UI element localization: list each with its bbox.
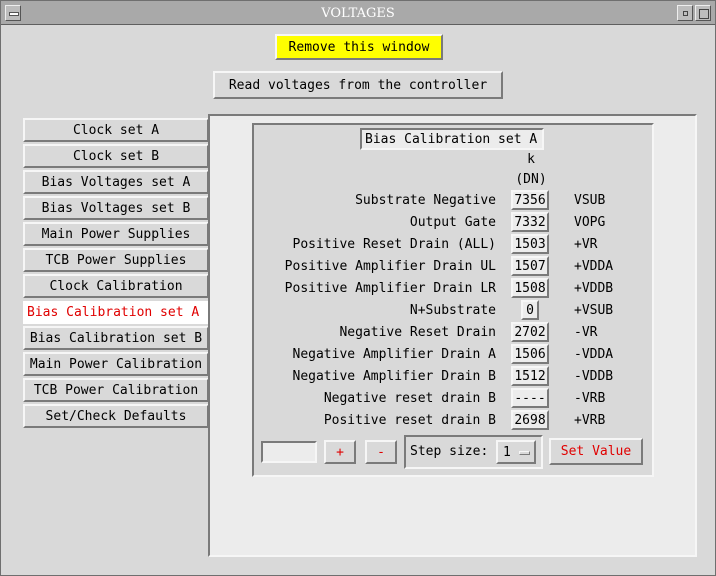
row-label: Positive Amplifier Drain UL bbox=[284, 259, 496, 274]
row-value-button[interactable]: 7332 bbox=[511, 212, 549, 232]
row-label: Negative Amplifier Drain A bbox=[292, 347, 497, 362]
row-value-button[interactable]: 2698 bbox=[511, 410, 549, 430]
decrement-button[interactable]: - bbox=[365, 440, 397, 464]
value-entry[interactable] bbox=[261, 441, 317, 463]
window-title: VOLTAGES bbox=[321, 6, 395, 21]
tab-clock-set-a[interactable]: Clock set A bbox=[23, 118, 209, 142]
row-label: N+Substrate bbox=[409, 303, 496, 318]
row-value-button[interactable]: 1512 bbox=[511, 366, 549, 386]
increment-button[interactable]: + bbox=[324, 440, 356, 464]
tab-main-power-calibration[interactable]: Main Power Calibration bbox=[23, 352, 209, 376]
row-signal-name: VOPG bbox=[574, 215, 606, 230]
minimize-icon[interactable] bbox=[677, 5, 693, 21]
row-value-button[interactable]: 1508 bbox=[511, 278, 549, 298]
tab-bias-voltages-set-a[interactable]: Bias Voltages set A bbox=[23, 170, 209, 194]
row-value-button[interactable]: 7356 bbox=[511, 190, 549, 210]
tab-bias-calibration-set-b[interactable]: Bias Calibration set B bbox=[23, 326, 209, 350]
column-header-dn: (DN) bbox=[515, 172, 547, 187]
column-header-k: k bbox=[527, 152, 535, 167]
row-label: Negative reset drain B bbox=[323, 391, 496, 406]
voltages-window: VOLTAGES Remove this window Read voltage… bbox=[0, 0, 716, 576]
row-signal-name: VSUB bbox=[574, 193, 606, 208]
tab-tcb-power-calibration[interactable]: TCB Power Calibration bbox=[23, 378, 209, 402]
row-signal-name: +VSUB bbox=[574, 303, 614, 318]
tab-main-power-supplies[interactable]: Main Power Supplies bbox=[23, 222, 209, 246]
row-signal-name: +VR bbox=[574, 237, 598, 252]
tab-bias-calibration-set-a[interactable]: Bias Calibration set A bbox=[23, 300, 212, 325]
row-label: Output Gate bbox=[409, 215, 496, 230]
tab-tcb-power-supplies[interactable]: TCB Power Supplies bbox=[23, 248, 209, 272]
row-label: Positive Amplifier Drain LR bbox=[284, 281, 496, 296]
remove-window-button[interactable]: Remove this window bbox=[275, 34, 443, 60]
step-size-value: 1 bbox=[503, 444, 511, 460]
menu-indicator-icon bbox=[519, 451, 530, 455]
row-value-button[interactable]: 0 bbox=[521, 300, 539, 320]
read-voltages-button[interactable]: Read voltages from the controller bbox=[213, 71, 503, 99]
row-value-button[interactable]: 1507 bbox=[511, 256, 549, 276]
tab-set-check-defaults[interactable]: Set/Check Defaults bbox=[23, 404, 209, 428]
maximize-icon[interactable] bbox=[695, 5, 711, 21]
row-value-button[interactable]: 2702 bbox=[511, 322, 549, 342]
row-signal-name: -VDDB bbox=[574, 369, 614, 384]
row-label: Negative Reset Drain bbox=[339, 325, 496, 340]
step-size-label: Step size: bbox=[410, 444, 489, 459]
row-value-button[interactable]: 1503 bbox=[511, 234, 549, 254]
row-label: Positive Reset Drain (ALL) bbox=[292, 237, 497, 252]
row-signal-name: -VDDA bbox=[574, 347, 614, 362]
row-value-button[interactable]: 1506 bbox=[511, 344, 549, 364]
set-value-button[interactable]: Set Value bbox=[549, 438, 643, 465]
tab-clock-set-b[interactable]: Clock set B bbox=[23, 144, 209, 168]
step-size-menu[interactable]: 1 bbox=[496, 440, 536, 464]
title-bar[interactable]: VOLTAGES bbox=[1, 1, 715, 25]
tab-clock-calibration[interactable]: Clock Calibration bbox=[23, 274, 209, 298]
row-signal-name: +VDDB bbox=[574, 281, 614, 296]
row-value-button[interactable]: ---- bbox=[511, 388, 549, 408]
row-signal-name: -VRB bbox=[574, 391, 606, 406]
row-signal-name: +VRB bbox=[574, 413, 606, 428]
panel-title: Bias Calibration set A bbox=[360, 128, 544, 150]
row-label: Substrate Negative bbox=[355, 193, 496, 208]
row-signal-name: -VR bbox=[574, 325, 598, 340]
row-label: Positive reset drain B bbox=[323, 413, 496, 428]
row-signal-name: +VDDA bbox=[574, 259, 614, 274]
row-label: Negative Amplifier Drain B bbox=[292, 369, 497, 384]
tab-bias-voltages-set-b[interactable]: Bias Voltages set B bbox=[23, 196, 209, 220]
